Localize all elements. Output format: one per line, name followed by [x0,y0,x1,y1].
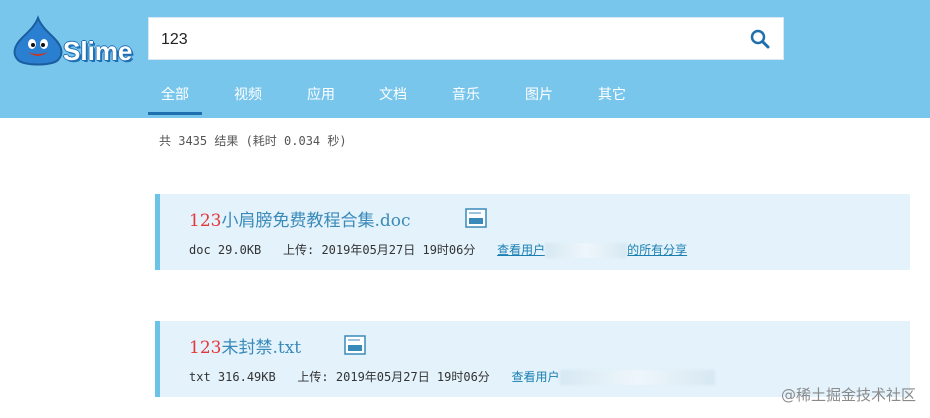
doc-file-icon[interactable] [465,208,487,228]
brand-name: Slime [63,36,133,66]
upload-label: 上传: [282,243,315,257]
redacted-username [559,370,715,385]
card-accent-bar [155,321,160,397]
file-type: doc [189,243,211,257]
tab-other[interactable]: 其它 [598,84,626,104]
tab-all[interactable]: 全部 [161,84,189,104]
redacted-username [545,243,628,258]
link-prefix: 查看用户 [497,243,546,257]
watermark: @稀土掘金技术社区 [780,386,916,404]
tab-music[interactable]: 音乐 [452,84,480,104]
result-card: 123小肩膀免费教程合集.doc doc 29.0KB 上传: 2019年05月… [155,194,910,270]
tab-images[interactable]: 图片 [525,84,553,104]
upload-date: 2019年05月27日 19时06分 [321,243,476,257]
title-highlight: 123 [189,338,222,358]
card-accent-bar [155,194,160,270]
result-meta: doc 29.0KB 上传: 2019年05月27日 19时06分 查看用户 的所… [189,241,687,258]
search-button[interactable] [747,26,773,52]
active-tab-indicator [148,112,202,115]
tab-apps[interactable]: 应用 [307,84,335,104]
title-text: 小肩膀免费教程合集.doc [221,211,411,231]
uploader-shares-link[interactable]: 查看用户 的所有分享 [497,243,688,258]
upload-label: 上传: [297,370,329,384]
file-size: 316.49KB [217,370,276,384]
slime-mascot-icon [13,15,63,66]
result-title-link[interactable]: 123小肩膀免费教程合集.doc [189,206,411,231]
title-text: 未封禁.txt [221,338,302,358]
txt-file-icon[interactable] [344,335,366,355]
link-prefix: 查看用户 [511,370,560,384]
search-icon [750,29,770,49]
upload-date: 2019年05月27日 19时06分 [335,370,490,384]
result-title-link[interactable]: 123未封禁.txt [189,333,301,358]
title-highlight: 123 [189,211,222,231]
file-size: 29.0KB [217,243,262,257]
result-meta: txt 316.49KB 上传: 2019年05月27日 19时06分 查看用户 [189,368,715,385]
header-bar: Slime 全部 视频 应用 文档 音乐 图片 其它 [0,0,930,118]
slime-logo[interactable]: Slime [8,14,138,68]
uploader-shares-link[interactable]: 查看用户 [511,370,715,385]
file-type: txt [189,370,211,384]
search-input[interactable] [159,26,733,54]
tab-video[interactable]: 视频 [234,84,262,104]
result-summary: 共 3435 结果 (耗时 0.034 秒) [159,134,347,148]
link-suffix: 的所有分享 [627,243,688,257]
tab-documents[interactable]: 文档 [379,84,407,104]
search-box [148,17,784,60]
